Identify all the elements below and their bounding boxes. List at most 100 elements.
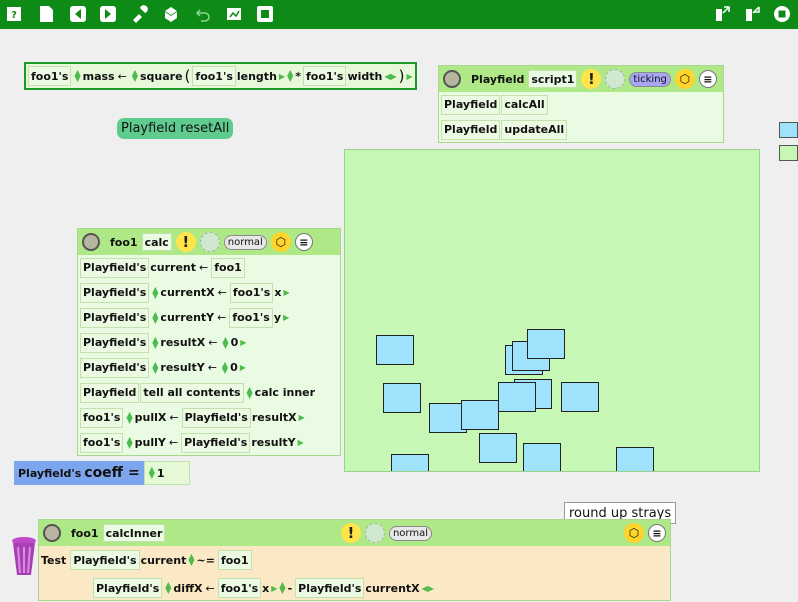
paint-icon[interactable] [224, 4, 244, 24]
supplies-icon[interactable] [161, 4, 181, 24]
row-value[interactable]: foo1 [211, 257, 245, 278]
row-value-property[interactable]: x [274, 286, 281, 299]
up-down-arrows-icon[interactable]: ▲ ▼ [165, 581, 171, 595]
script1-status[interactable]: ticking [629, 71, 671, 87]
coeff-value-field[interactable]: ▲ ▼ 1 [143, 461, 190, 485]
up-down-arrows-icon[interactable]: ▲ ▼ [152, 285, 158, 299]
row-object[interactable]: Playfield's [80, 282, 150, 303]
package-icon[interactable]: ⬡ [624, 523, 644, 543]
script1-name[interactable]: script1 [528, 70, 578, 88]
calc-row[interactable]: Playfield's current ← foo1 [78, 255, 340, 280]
row-object[interactable]: Playfield's [80, 307, 150, 328]
script1-row[interactable]: Playfield updateAll [439, 117, 723, 142]
diffx-value-object-2[interactable]: Playfield's [295, 578, 365, 598]
formula-function[interactable]: square [140, 70, 183, 83]
playfield-resetall-button[interactable]: Playfield resetAll [117, 118, 234, 139]
diffx-row[interactable]: Playfield's ▲ ▼ diffX ← foo1's x ▶ ▲ ▼ - P… [39, 574, 670, 602]
up-down-arrows-icon[interactable]: ▲ ▼ [287, 69, 293, 83]
playfield[interactable] [344, 149, 760, 472]
test-operator[interactable]: ~= [197, 554, 215, 567]
test-object[interactable]: Playfield's [70, 550, 140, 570]
row-object[interactable]: Playfield [80, 382, 140, 403]
formula-property-2[interactable]: length [237, 70, 277, 83]
row-value-property[interactable]: resultX [252, 411, 297, 424]
calc-row[interactable]: Playfield tell all contents ▲ ▼ calc inne… [78, 380, 340, 405]
row-command[interactable]: calcAll [501, 94, 548, 115]
tools-icon[interactable] [130, 4, 150, 24]
up-down-arrows-icon[interactable]: ▲ ▼ [152, 335, 158, 349]
calcinner-status[interactable]: normal [388, 525, 432, 541]
row-property[interactable]: currentY [160, 311, 214, 324]
row-value[interactable]: 0 [230, 361, 238, 374]
formula-property-3[interactable]: width [347, 70, 382, 83]
calc-row[interactable]: Playfield's ▲ ▼ currentY ← foo1's y ▶ [78, 305, 340, 330]
formula-object-1[interactable]: foo1's [28, 66, 72, 86]
up-down-arrows-icon[interactable]: ▲ ▼ [149, 466, 155, 480]
up-down-arrows-icon[interactable]: ▲ ▼ [279, 581, 285, 595]
share-icon[interactable] [742, 4, 762, 24]
right-arrow-icon[interactable]: ▶ [283, 313, 289, 322]
coeff-watcher[interactable]: Playfield's coeff = ▲ ▼ 1 [14, 461, 190, 485]
offscreen-tile[interactable] [779, 145, 798, 161]
right-arrow-icon[interactable]: ▶ [299, 413, 305, 422]
script-toggle-icon[interactable] [82, 233, 100, 251]
right-arrow-icon[interactable]: ▶ [279, 72, 285, 81]
row-property[interactable]: pullX [135, 411, 167, 424]
calcinner-object[interactable]: foo1 [71, 527, 99, 540]
row-object[interactable]: foo1's [80, 432, 124, 453]
row-property[interactable]: pullY [135, 436, 166, 449]
row-value-property[interactable]: resultY [251, 436, 295, 449]
publish-icon[interactable] [712, 4, 732, 24]
diffx-value-property-2[interactable]: currentX [365, 582, 419, 595]
menu-icon[interactable]: ≡ [698, 70, 717, 88]
calc-status[interactable]: normal [223, 234, 267, 250]
right-arrow-icon[interactable]: ▶ [283, 288, 289, 297]
row-value-object[interactable]: Playfield's [181, 432, 251, 453]
calc-row[interactable]: foo1's ▲ ▼ pullY ← Playfield's resultY ▶ [78, 430, 340, 455]
coeff-value[interactable]: 1 [157, 467, 165, 480]
row-value[interactable]: 0 [231, 336, 239, 349]
exclamation-icon[interactable]: ! [581, 69, 602, 89]
test-row[interactable]: Test Playfield's current ▲ ▼ ~= foo1 [39, 546, 670, 574]
calc-name[interactable]: calc [141, 233, 172, 251]
row-value-object[interactable]: Playfield's [181, 407, 251, 428]
undo-icon[interactable] [193, 4, 213, 24]
row-property[interactable]: currentX [160, 286, 214, 299]
formula-object-2[interactable]: foo1's [192, 66, 236, 86]
help-icon[interactable]: ? [4, 4, 24, 24]
exclamation-icon[interactable]: ! [175, 232, 196, 252]
row-property[interactable]: resultX [160, 336, 205, 349]
up-down-arrows-icon[interactable]: ▲ ▼ [222, 360, 228, 374]
new-page-icon[interactable] [36, 4, 56, 24]
offscreen-tile[interactable] [779, 122, 798, 138]
up-down-arrows-icon[interactable]: ▲ ▼ [222, 335, 228, 349]
row-value-object[interactable]: foo1's [229, 307, 273, 328]
diffx-operator[interactable]: - [288, 582, 293, 595]
shape-rectangle[interactable] [376, 335, 414, 365]
right-arrow-icon[interactable]: ▶ [407, 72, 413, 81]
row-object[interactable]: Playfield's [80, 257, 150, 278]
up-down-arrows-icon[interactable]: ▲ ▼ [152, 360, 158, 374]
up-down-arrows-icon[interactable]: ▲ ▼ [126, 410, 132, 424]
script-toggle-icon[interactable] [443, 70, 461, 88]
clock-icon[interactable] [605, 69, 626, 89]
right-arrow-icon[interactable]: ▶ [271, 584, 277, 593]
menu-icon[interactable]: ≡ [294, 233, 313, 251]
shape-rectangle[interactable] [527, 329, 565, 359]
clock-icon[interactable] [199, 232, 220, 252]
diffx-value-object[interactable]: foo1's [217, 578, 262, 598]
formula-property-1[interactable]: mass [83, 70, 115, 83]
shape-rectangle[interactable] [616, 447, 654, 471]
row-value-property[interactable]: y [274, 311, 281, 324]
shape-rectangle[interactable] [391, 454, 429, 471]
up-down-arrows-icon[interactable]: ▲ ▼ [74, 69, 80, 83]
up-down-arrows-icon[interactable]: ▲ ▼ [126, 435, 132, 449]
right-arrow-icon[interactable]: ▶ [240, 338, 246, 347]
right-arrow-icon[interactable]: ▶ [298, 438, 304, 447]
clock-icon[interactable] [364, 523, 385, 543]
left-right-arrow-icon[interactable]: ◀▶ [422, 584, 434, 593]
row-object[interactable]: Playfield's [80, 357, 150, 378]
trash-can-icon[interactable] [9, 533, 39, 577]
back-icon[interactable] [68, 4, 88, 24]
calc-row[interactable]: Playfield's ▲ ▼ currentX ← foo1's x ▶ [78, 280, 340, 305]
